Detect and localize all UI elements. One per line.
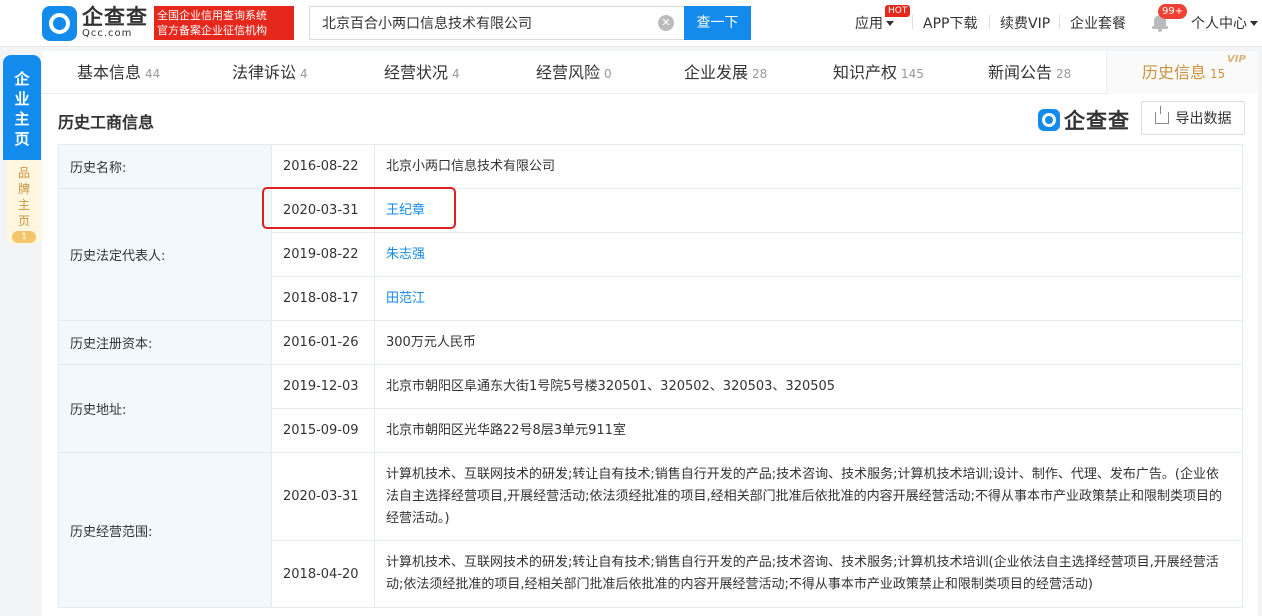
- vip-tag: VIP: [1227, 54, 1246, 65]
- row-value: 计算机技术、互联网技术的研发;转让自有技术;销售自行开发的产品;技术咨询、技术服…: [374, 540, 1243, 608]
- nav-divider: [1059, 15, 1060, 29]
- side-tab-brand-home[interactable]: 品牌主页 1: [7, 160, 41, 244]
- row-value: 300万元人民币: [374, 320, 1243, 365]
- notification-badge: 99+: [1158, 4, 1188, 19]
- download-icon: [1154, 106, 1169, 124]
- chevron-down-icon: [1250, 20, 1258, 26]
- tab-label: 知识产权: [833, 63, 898, 82]
- tab-count: 4: [452, 67, 460, 81]
- row-label: 历史注册资本:: [58, 320, 272, 365]
- nav-divider: [989, 15, 990, 29]
- table-row: 历史经营范围: 2020-03-31 计算机技术、互联网技术的研发;转让自有技术…: [58, 452, 1243, 608]
- row-date: 2016-08-22: [271, 144, 375, 189]
- table-row: 历史名称: 2016-08-22 北京小两口信息技术有限公司: [58, 144, 1243, 189]
- tab-risk[interactable]: 经营风险 0: [536, 51, 612, 94]
- nav-app-download[interactable]: APP下载: [923, 0, 977, 46]
- export-data-label: 导出数据: [1175, 111, 1232, 127]
- row-label: 历史地址:: [58, 364, 272, 453]
- hot-badge: HOT: [885, 5, 911, 17]
- tab-news[interactable]: 新闻公告 28: [988, 51, 1071, 94]
- clear-search-icon[interactable]: ✕: [658, 15, 674, 31]
- nav-app-download-label: APP下载: [923, 16, 978, 32]
- person-link[interactable]: 王纪章: [374, 188, 1243, 233]
- row-date: 2015-09-09: [271, 408, 375, 453]
- row-value: 计算机技术、互联网技术的研发;转让自有技术;销售自行开发的产品;技术咨询、技术服…: [374, 452, 1243, 541]
- person-link[interactable]: 田范江: [374, 276, 1243, 321]
- tab-basic-info[interactable]: 基本信息 44: [77, 51, 160, 94]
- logo-en-text: Qcc.com: [82, 28, 133, 39]
- tab-count: 4: [300, 67, 308, 81]
- section-title: 历史工商信息: [58, 113, 155, 132]
- qcc-watermark-text: 企查查: [1064, 109, 1130, 133]
- table-row: 历史注册资本: 2016-01-26 300万元人民币: [58, 320, 1243, 365]
- nav-personal-center[interactable]: 个人中心: [1191, 0, 1258, 46]
- tab-operation[interactable]: 经营状况 4: [384, 51, 460, 94]
- nav-app-label: 应用: [855, 16, 883, 32]
- row-value: 北京市朝阳区阜通东大街1号院5号楼320501、320502、320503、32…: [374, 364, 1243, 409]
- tab-label: 企业发展: [684, 63, 749, 82]
- tab-label: 法律诉讼: [232, 63, 297, 82]
- highlight-box: [262, 187, 456, 229]
- table-row: 历史地址: 2019-12-03 北京市朝阳区阜通东大街1号院5号楼320501…: [58, 364, 1243, 453]
- tab-count: 15: [1210, 67, 1226, 81]
- tab-label: 新闻公告: [988, 63, 1053, 82]
- tab-count: 44: [145, 67, 161, 81]
- nav-vip-label: 续费VIP: [1000, 16, 1051, 32]
- history-info-table: 历史名称: 2016-08-22 北京小两口信息技术有限公司 历史法定代表人: …: [58, 144, 1243, 608]
- side-tab-brand-home-label: 品牌主页: [17, 166, 30, 228]
- qcc-watermark-logo: 企查查: [1038, 105, 1130, 135]
- tab-count: 145: [901, 67, 924, 81]
- tab-development[interactable]: 企业发展 28: [684, 51, 767, 94]
- search-button[interactable]: 查一下: [684, 6, 751, 40]
- row-value: 北京小两口信息技术有限公司: [374, 144, 1243, 189]
- nav-enterprise-package-label: 企业套餐: [1070, 16, 1126, 32]
- row-date: 2016-01-26: [271, 320, 375, 365]
- nav-divider: [912, 15, 913, 29]
- site-logo[interactable]: 企查查 Qcc.com 全国企业信用查询系统 官方备案企业征信机构: [42, 3, 294, 43]
- tab-history[interactable]: 历史信息 15: [1142, 51, 1225, 94]
- top-bar: 企查查 Qcc.com 全国企业信用查询系统 官方备案企业征信机构 ✕ 查一下 …: [0, 0, 1262, 47]
- tab-count: 28: [1056, 67, 1072, 81]
- row-value: 北京市朝阳区光华路22号8层3单元911室: [374, 408, 1243, 453]
- nav-vip[interactable]: 续费VIP: [1000, 0, 1050, 46]
- tab-legal[interactable]: 法律诉讼 4: [232, 51, 308, 94]
- brand-count-badge: 1: [12, 231, 36, 243]
- tab-count: 0: [604, 67, 612, 81]
- side-tab-company-home[interactable]: 企业主页: [3, 55, 41, 160]
- nav-personal-label: 个人中心: [1191, 16, 1247, 32]
- qcc-logo-icon: [1038, 109, 1060, 131]
- row-label: 历史法定代表人:: [58, 188, 272, 321]
- table-row: 历史法定代表人: 2020-03-31 王纪章: [58, 188, 1243, 321]
- nav-app-menu[interactable]: 应用 HOT: [855, 0, 911, 46]
- logo-cn-text: 企查查: [82, 5, 148, 29]
- tab-label: 基本信息: [77, 63, 142, 82]
- tab-count: 28: [752, 67, 768, 81]
- row-date: 2020-03-31: [271, 452, 375, 541]
- tab-bar: 基本信息 44 法律诉讼 4 经营状况 4 经营风险 0 企业发展 28 知识产权 145 …: [42, 51, 1258, 94]
- tab-label: 经营状况: [384, 63, 449, 82]
- search-input[interactable]: [310, 7, 650, 39]
- search-box: ✕: [309, 6, 684, 40]
- nav-enterprise-package[interactable]: 企业套餐: [1070, 0, 1126, 46]
- row-label: 历史名称:: [58, 144, 272, 189]
- side-tab-company-home-label: 企业主页: [14, 70, 30, 148]
- row-date: 2018-04-20: [271, 540, 375, 608]
- main-panel: 基本信息 44 法律诉讼 4 经营状况 4 经营风险 0 企业发展 28 知识产权 145 …: [42, 51, 1258, 616]
- tab-ip[interactable]: 知识产权 145: [833, 51, 924, 94]
- tab-label: 历史信息: [1142, 63, 1207, 82]
- logo-badge: 全国企业信用查询系统 官方备案企业征信机构: [154, 6, 294, 40]
- row-label: 历史经营范围:: [58, 452, 272, 608]
- chevron-down-icon: [886, 20, 894, 26]
- row-date: 2019-08-22: [271, 232, 375, 277]
- qcc-logo-icon: [42, 5, 77, 41]
- row-date: 2019-12-03: [271, 364, 375, 409]
- export-data-button[interactable]: 导出数据: [1141, 101, 1245, 135]
- person-link[interactable]: 朱志强: [374, 232, 1243, 277]
- row-date: 2018-08-17: [271, 276, 375, 321]
- tab-label: 经营风险: [536, 63, 601, 82]
